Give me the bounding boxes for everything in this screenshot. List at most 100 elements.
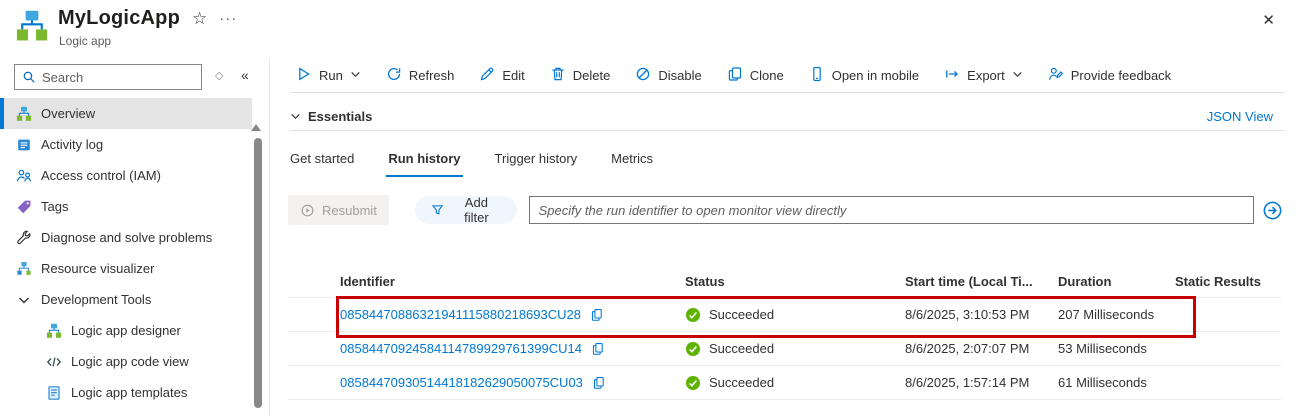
resubmit-button[interactable]: Resubmit [288, 195, 389, 225]
clone-button[interactable]: Clone [727, 66, 784, 85]
chevron-down-icon [291, 113, 300, 119]
refresh-button[interactable]: Refresh [386, 66, 454, 85]
delete-button[interactable]: Delete [550, 66, 610, 85]
disable-button[interactable]: Disable [635, 66, 702, 85]
table-row[interactable]: 08584470924584114789929761399CU14 Succee… [288, 332, 1281, 366]
sidebar-item-label: Diagnose and solve problems [41, 230, 213, 245]
activity-log-icon [15, 136, 32, 153]
sidebar-group-development-tools[interactable]: Development Tools [0, 284, 252, 315]
essentials-toggle[interactable]: Essentials [290, 109, 372, 124]
sidebar-item-label: Access control (IAM) [41, 168, 161, 183]
chevron-down-icon [15, 291, 32, 308]
divider [290, 130, 1285, 131]
status-label: Succeeded [709, 307, 775, 322]
copy-icon[interactable] [591, 342, 605, 356]
tab-bar: Get started Run history Trigger history … [288, 145, 655, 177]
tab-metrics[interactable]: Metrics [609, 145, 655, 177]
run-identifier-input[interactable] [528, 196, 1254, 224]
duration: 53 Milliseconds [1058, 341, 1147, 356]
close-icon[interactable]: ✕ [1262, 11, 1275, 29]
sidebar-item-diagnose[interactable]: Diagnose and solve problems [0, 222, 252, 253]
column-header-identifier[interactable]: Identifier [340, 265, 395, 297]
prohibited-icon [635, 66, 651, 85]
table-row[interactable]: 08584470930514418182629050075CU03 Succee… [288, 366, 1281, 400]
resource-type-label: Logic app [59, 34, 112, 48]
sidebar-search-input[interactable] [42, 69, 194, 85]
run-identifier-link[interactable]: 08584470930514418182629050075CU03 [340, 375, 583, 390]
collapse-sidebar-icon[interactable]: « [241, 67, 249, 83]
diamond-icon[interactable]: ◇ [215, 69, 223, 82]
chevron-down-icon [350, 68, 361, 83]
run-button[interactable]: Run [296, 66, 361, 85]
provide-feedback-button[interactable]: Provide feedback [1048, 66, 1171, 85]
scrollbar-up-arrow[interactable] [251, 124, 261, 131]
sidebar-item-access-control[interactable]: Access control (IAM) [0, 160, 252, 191]
open-monitor-view-button[interactable] [1262, 199, 1283, 221]
search-icon [22, 70, 36, 84]
start-time: 8/6/2025, 1:57:14 PM [905, 375, 1030, 390]
chevron-down-icon [1012, 68, 1023, 83]
add-filter-button[interactable]: Add filter [414, 195, 517, 225]
feedback-person-icon [1048, 66, 1064, 85]
sidebar-item-label: Tags [41, 199, 69, 214]
logic-app-designer-icon [45, 322, 62, 339]
copy-icon[interactable] [592, 376, 606, 390]
refresh-icon [386, 66, 402, 85]
status-label: Succeeded [709, 375, 775, 390]
sidebar-item-label: Activity log [41, 137, 104, 152]
arrow-circle-icon [1263, 201, 1282, 219]
sidebar: ◇ « Overview [0, 58, 270, 416]
sidebar-item-logic-app-code-view[interactable]: Logic app code view [0, 346, 252, 377]
tab-trigger-history[interactable]: Trigger history [493, 145, 580, 177]
filter-funnel-icon [431, 205, 444, 215]
duration: 61 Milliseconds [1058, 375, 1147, 390]
column-header-static-results[interactable]: Static Results [1175, 265, 1261, 297]
json-view-link[interactable]: JSON View [1207, 109, 1273, 124]
more-options-icon[interactable]: ··· [219, 10, 237, 27]
edit-button[interactable]: Edit [479, 66, 525, 85]
success-check-icon [685, 375, 701, 391]
play-icon [296, 66, 312, 85]
status-label: Succeeded [709, 341, 775, 356]
logic-app-icon [15, 9, 49, 43]
logic-app-icon [15, 105, 32, 122]
open-in-mobile-button[interactable]: Open in mobile [809, 66, 919, 85]
favorite-star-icon[interactable]: ☆ [192, 9, 207, 29]
sidebar-group-label: Development Tools [41, 292, 152, 307]
start-time: 8/6/2025, 3:10:53 PM [905, 307, 1030, 322]
column-header-start-time[interactable]: Start time (Local Ti... [905, 265, 1033, 297]
sidebar-item-resource-visualizer[interactable]: Resource visualizer [0, 253, 252, 284]
export-button[interactable]: Export [944, 66, 1023, 85]
run-identifier-link[interactable]: 08584470886321941115880218693CU28 [340, 307, 581, 322]
table-header: Identifier Status Start time (Local Ti..… [288, 265, 1281, 297]
copy-icon[interactable] [590, 308, 604, 322]
success-check-icon [685, 341, 701, 357]
tab-run-history[interactable]: Run history [386, 145, 463, 177]
wrench-icon [15, 229, 32, 246]
start-time: 8/6/2025, 2:07:07 PM [905, 341, 1030, 356]
sidebar-nav: Overview Activity log Access control (IA… [0, 98, 252, 408]
tab-get-started[interactable]: Get started [288, 145, 356, 177]
essentials-row: Essentials JSON View [290, 103, 1273, 129]
code-brackets-icon [45, 353, 62, 370]
tag-icon [15, 198, 32, 215]
sidebar-scrollbar[interactable] [254, 138, 262, 408]
run-identifier-link[interactable]: 08584470924584114789929761399CU14 [340, 341, 582, 356]
clone-icon [727, 66, 743, 85]
sidebar-item-activity-log[interactable]: Activity log [0, 129, 252, 160]
sidebar-item-label: Overview [41, 106, 96, 121]
table-row[interactable]: 08584470886321941115880218693CU28 Succee… [288, 298, 1281, 332]
sidebar-item-tags[interactable]: Tags [0, 191, 252, 222]
filter-bar: Resubmit Add filter [288, 195, 1283, 225]
export-arrow-icon [944, 66, 960, 85]
column-header-status[interactable]: Status [685, 265, 725, 297]
success-check-icon [685, 307, 701, 323]
sidebar-item-overview[interactable]: Overview [0, 98, 252, 129]
column-header-duration[interactable]: Duration [1058, 265, 1111, 297]
sidebar-search-box[interactable] [14, 64, 202, 90]
resource-visualizer-icon [15, 260, 32, 277]
pencil-icon [479, 66, 495, 85]
sidebar-item-logic-app-templates[interactable]: Logic app templates [0, 377, 252, 408]
page-header: MyLogicApp ☆ ··· Logic app ✕ [0, 0, 1303, 58]
sidebar-item-logic-app-designer[interactable]: Logic app designer [0, 315, 252, 346]
